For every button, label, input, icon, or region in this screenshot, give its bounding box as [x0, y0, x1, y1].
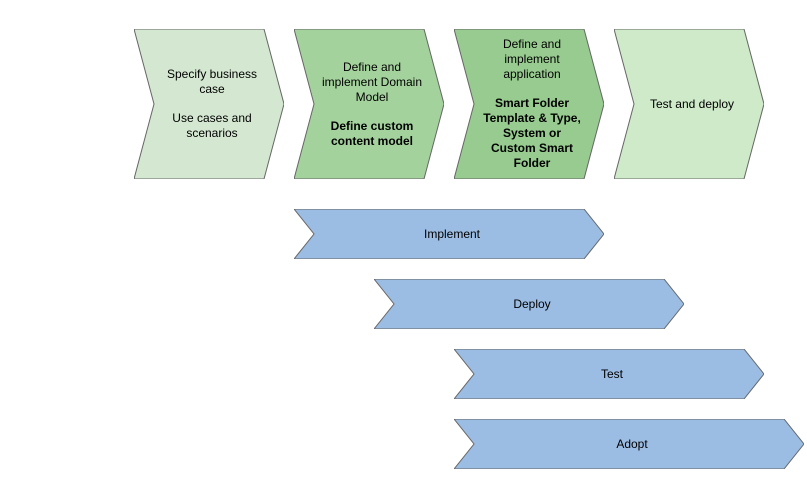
step-subtitle: Use cases and scenarios — [160, 111, 264, 141]
step-app: Define and implement application Smart F… — [454, 29, 604, 179]
step-title: Define and implement application — [480, 37, 584, 82]
step-test: Test and deploy — [614, 29, 764, 179]
step-specify: Specify business case Use cases and scen… — [134, 29, 284, 179]
bar-deploy: Deploy — [374, 279, 684, 329]
step-domain: Define and implement Domain Model Define… — [294, 29, 444, 179]
bar-test: Test — [454, 349, 764, 399]
bar-implement: Implement — [294, 209, 604, 259]
step-title: Specify business case — [160, 67, 264, 97]
bar-label: Deploy — [513, 297, 550, 312]
step-subtitle: Smart Folder Template & Type, System or … — [480, 96, 584, 171]
step-title: Test and deploy — [650, 97, 734, 112]
bar-label: Implement — [424, 227, 480, 242]
bar-adopt: Adopt — [454, 419, 804, 469]
bar-label: Test — [601, 367, 623, 382]
bar-label: Adopt — [616, 437, 647, 452]
step-title: Define and implement Domain Model — [320, 60, 424, 105]
step-subtitle: Define custom content model — [320, 119, 424, 149]
